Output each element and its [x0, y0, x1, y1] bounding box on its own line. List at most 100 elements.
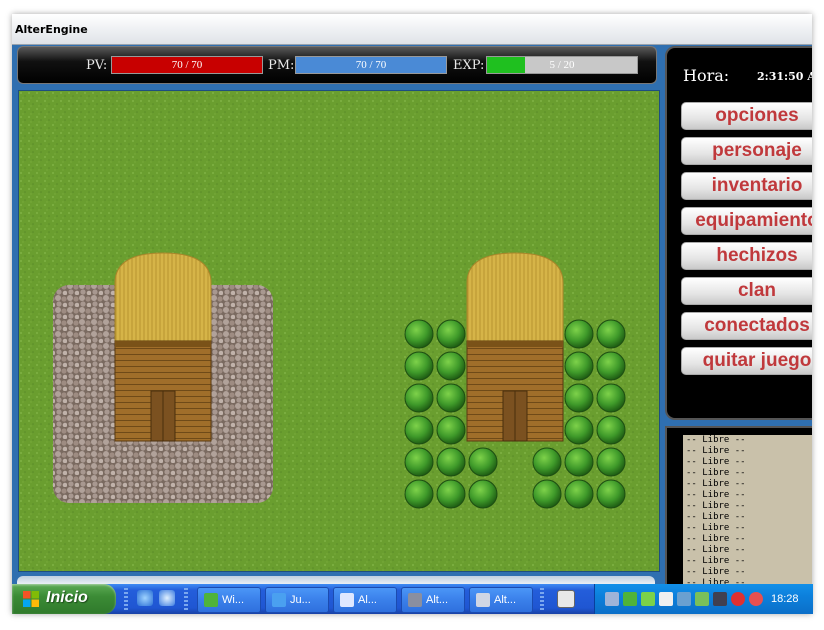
title-bar: AlterEngine	[12, 14, 812, 45]
exp-value: 5 / 20	[549, 59, 575, 71]
pm-bar: 70 / 70	[295, 56, 447, 74]
bush	[468, 479, 498, 509]
bush	[596, 447, 626, 477]
house-left	[114, 252, 212, 442]
chat-item: -- Libre --	[686, 545, 746, 555]
taskbar-button-app[interactable]: Alt...	[401, 587, 465, 613]
chat-item: -- Libre --	[686, 479, 746, 489]
menu-button-conectados[interactable]: conectados	[681, 312, 812, 340]
chat-item: -- Libre --	[686, 567, 746, 577]
msn-icon	[204, 593, 218, 608]
display-icon[interactable]	[713, 592, 727, 606]
taskbar-button-label: Alt...	[426, 594, 449, 606]
bush	[436, 447, 466, 477]
taskbar-button-msn[interactable]: Wi...	[197, 587, 261, 613]
exp-bar-fill	[487, 57, 525, 73]
media-icon[interactable]	[677, 592, 691, 606]
antivirus-icon[interactable]	[731, 592, 745, 606]
chat-panel: -- Libre -- -- Libre -- -- Libre -- -- L…	[665, 426, 812, 600]
menu-button-personaje[interactable]: personaje	[681, 137, 812, 165]
game-window: AlterEngine PV: 70 / 70 PM: 70 / 70 EXP:…	[12, 14, 812, 614]
toolbar-grip	[124, 588, 128, 610]
taskbar-button-word[interactable]: Al...	[333, 587, 397, 613]
window-title: AlterEngine	[15, 23, 88, 36]
bush	[404, 479, 434, 509]
chat-item: -- Libre --	[686, 457, 746, 467]
chat-item: -- Libre --	[686, 556, 746, 566]
word-icon	[340, 593, 354, 608]
chat-item: -- Libre --	[686, 512, 746, 522]
taskbar-button-label: Al...	[358, 594, 377, 606]
chat-item: -- Libre --	[686, 435, 746, 445]
bush	[404, 383, 434, 413]
chat-item: -- Libre --	[686, 534, 746, 544]
menu-panel: Hora: 2:31:50 AM opciones personaje inve…	[665, 46, 812, 420]
stats-bar: PV: 70 / 70 PM: 70 / 70 EXP: 5 / 20	[17, 46, 657, 84]
bush	[596, 479, 626, 509]
bush	[564, 383, 594, 413]
bush	[436, 351, 466, 381]
bush	[564, 351, 594, 381]
game-map[interactable]	[18, 90, 660, 572]
menu-button-equipamiento[interactable]: equipamiento	[681, 207, 812, 235]
taskbar-button-label: Alt...	[494, 594, 517, 606]
bush	[436, 383, 466, 413]
taskbar-button-ie[interactable]: Ju...	[265, 587, 329, 613]
menu-button-clan[interactable]: clan	[681, 277, 812, 305]
windows-logo-icon	[23, 591, 39, 607]
browser-quicklaunch-icon[interactable]	[137, 590, 153, 606]
chat-item: -- Libre --	[686, 468, 746, 478]
block-icon[interactable]	[749, 592, 763, 606]
taskbar: Inicio Wi... Ju... Al... Alt... Alt... 1…	[12, 584, 813, 614]
menu-button-hechizos[interactable]: hechizos	[681, 242, 812, 270]
hora-time: 2:31:50 AM	[757, 70, 812, 83]
toolbar-grip	[540, 588, 544, 610]
network-icon[interactable]	[641, 592, 655, 606]
pm-label: PM:	[268, 58, 295, 73]
bush	[404, 351, 434, 381]
taskbar-button-window[interactable]: Alt...	[469, 587, 533, 613]
bush	[596, 383, 626, 413]
taskbar-button-label: Wi...	[222, 594, 244, 606]
messenger-icon[interactable]	[623, 592, 637, 606]
bush	[596, 415, 626, 445]
exp-label: EXP:	[453, 58, 485, 73]
menu-button-quitar-juego[interactable]: quitar juego	[681, 347, 812, 375]
window-icon	[476, 593, 490, 608]
keyboard-icon[interactable]	[557, 590, 575, 608]
chat-item: -- Libre --	[686, 490, 746, 500]
ie-quicklaunch-icon[interactable]	[159, 590, 175, 606]
chat-item: -- Libre --	[686, 501, 746, 511]
pv-label: PV:	[86, 58, 108, 73]
pm-value: 70 / 70	[355, 59, 387, 71]
bush	[436, 479, 466, 509]
menu-button-inventario[interactable]: inventario	[681, 172, 812, 200]
app-icon	[408, 593, 422, 608]
bush	[404, 319, 434, 349]
update-icon[interactable]	[695, 592, 709, 606]
bush	[596, 351, 626, 381]
bush	[532, 479, 562, 509]
menu-button-opciones[interactable]: opciones	[681, 102, 812, 130]
house-right	[466, 252, 564, 442]
bush	[436, 319, 466, 349]
bush	[468, 447, 498, 477]
bush	[564, 447, 594, 477]
chat-list[interactable]: -- Libre -- -- Libre -- -- Libre -- -- L…	[683, 435, 812, 593]
hora-label: Hora:	[683, 66, 730, 85]
taskbar-button-label: Ju...	[290, 594, 311, 606]
bush	[564, 479, 594, 509]
shield-icon[interactable]	[605, 592, 619, 606]
ie-icon	[272, 593, 286, 608]
chat-item: -- Libre --	[686, 446, 746, 456]
pv-bar: 70 / 70	[111, 56, 263, 74]
start-button[interactable]: Inicio	[12, 584, 116, 614]
bush	[564, 319, 594, 349]
bush	[404, 415, 434, 445]
bush	[596, 319, 626, 349]
bush	[436, 415, 466, 445]
bush	[564, 415, 594, 445]
system-tray: 18:28	[594, 584, 813, 614]
start-label: Inicio	[46, 589, 88, 606]
app-tray-icon[interactable]	[659, 592, 673, 606]
